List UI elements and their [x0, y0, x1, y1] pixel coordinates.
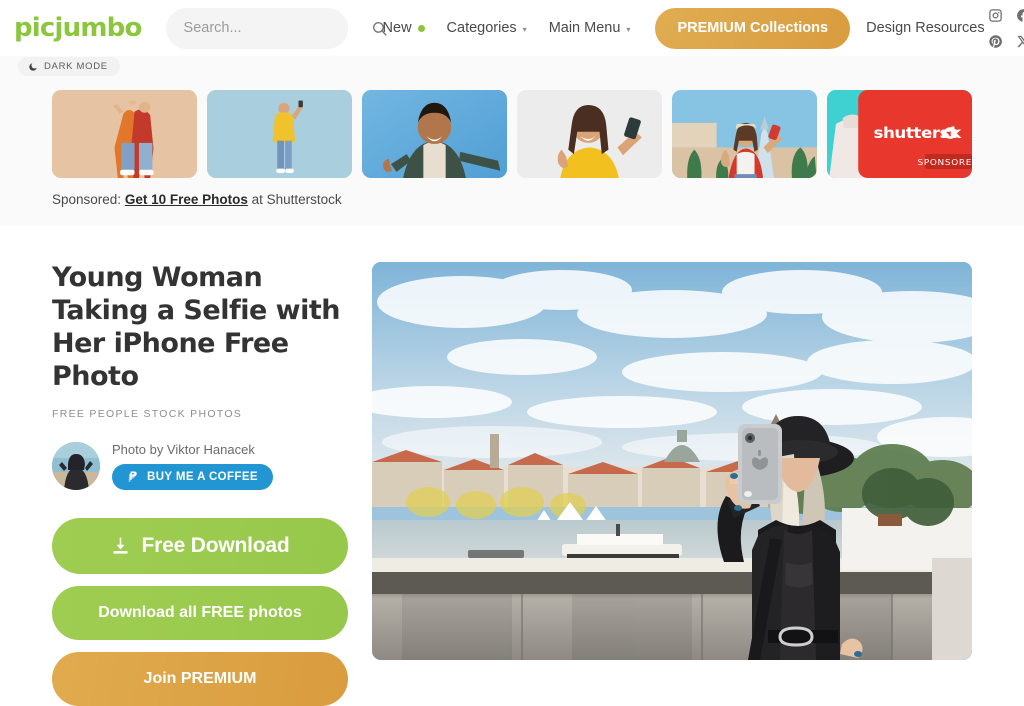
social-links: [985, 4, 1024, 52]
sponsored-caption: Sponsored: Get 10 Free Photos at Shutter…: [0, 178, 1024, 207]
download-all-free-photos-button[interactable]: Download all FREE photos: [52, 585, 348, 640]
photo-detail-main: Young Woman Taking a Selfie with Her iPh…: [0, 226, 1024, 706]
download-buttons: Free Download Download all FREE photos J…: [52, 517, 348, 706]
chevron-down-icon: ▾: [522, 24, 527, 34]
main-nav: New Categories ▾ Main Menu ▾: [372, 20, 642, 36]
author-row: Photo by Viktor Hanacek BUY ME A COFFEE: [52, 441, 348, 490]
facebook-link[interactable]: [1013, 4, 1024, 26]
hero-photo-image: [372, 262, 972, 660]
nav-label-main-menu: Main Menu: [548, 20, 621, 36]
sponsored-thumb-shutterstock[interactable]: shutterst ck SPONSORED: [827, 90, 972, 178]
free-download-button[interactable]: Free Download: [52, 517, 348, 574]
sponsored-strip: shutterst ck SPONSORED Sponsored: Get 10…: [0, 56, 1024, 226]
author-avatar[interactable]: [52, 441, 100, 490]
thumb-image-1: [52, 90, 197, 178]
premium-collections-button[interactable]: PREMIUM Collections: [655, 7, 851, 49]
sponsored-thumb-4[interactable]: [517, 90, 662, 178]
nav-label-categories: Categories: [446, 20, 517, 36]
dark-mode-wrapper: DARK MODE: [18, 57, 120, 77]
paypal-icon: [128, 471, 137, 483]
search-icon: [372, 21, 387, 36]
shutterstock-card: shutterst ck SPONSORED: [827, 90, 972, 178]
sponsored-caption-suffix: at Shutterstock: [247, 192, 342, 207]
sponsored-thumb-5[interactable]: [672, 90, 817, 178]
author-details: Photo by Viktor Hanacek BUY ME A COFFEE: [112, 442, 273, 490]
hero-photo[interactable]: [372, 262, 972, 660]
thumb-image-5: [672, 90, 817, 178]
search-input[interactable]: [183, 20, 371, 36]
avatar-image: [52, 441, 100, 490]
dark-mode-toggle[interactable]: DARK MODE: [18, 57, 120, 76]
site-logo[interactable]: picjumbo: [14, 13, 142, 43]
nav-item-categories[interactable]: Categories ▾: [436, 20, 538, 36]
download-icon: [112, 537, 128, 554]
author-name-label: Photo by Viktor Hanacek: [112, 441, 255, 457]
x-twitter-icon: [1017, 35, 1024, 47]
thumb-image-2: [207, 90, 352, 178]
sponsored-thumb-2[interactable]: [207, 90, 352, 178]
sponsored-caption-link[interactable]: Get 10 Free Photos: [125, 192, 248, 207]
facebook-icon: [1017, 8, 1024, 22]
buy-me-a-coffee-button[interactable]: BUY ME A COFFEE: [112, 463, 273, 490]
new-indicator-dot: [417, 24, 425, 32]
photo-info-column: Young Woman Taking a Selfie with Her iPh…: [52, 262, 372, 706]
svg-text:SPONSORED: SPONSORED: [918, 157, 972, 166]
sponsored-thumb-3[interactable]: [362, 90, 507, 178]
moon-icon: [29, 62, 37, 71]
chevron-down-icon: ▾: [626, 24, 631, 34]
nav-item-design-resources[interactable]: Design Resources: [866, 20, 984, 36]
coffee-button-label: BUY ME A COFFEE: [147, 470, 258, 483]
photo-category-label: FREE PEOPLE STOCK PHOTOS: [52, 407, 243, 420]
x-twitter-link[interactable]: [1013, 30, 1024, 52]
thumb-image-3: [362, 90, 507, 178]
sponsored-thumbnails: shutterst ck SPONSORED: [0, 90, 1024, 178]
free-download-label: Free Download: [141, 533, 290, 557]
instagram-link[interactable]: [985, 4, 1007, 26]
page-title: Young Woman Taking a Selfie with Her iPh…: [52, 262, 341, 392]
sponsored-thumb-1[interactable]: [52, 90, 197, 178]
pinterest-icon: [989, 34, 1003, 48]
dark-mode-label: DARK MODE: [44, 61, 108, 72]
thumb-image-4: [517, 90, 662, 178]
photo-preview-column: [372, 262, 972, 706]
search-box[interactable]: [165, 7, 387, 49]
sponsored-caption-prefix: Sponsored:: [52, 192, 125, 207]
site-header: picjumbo New Categories ▾ Main Menu ▾ PR…: [0, 0, 1024, 56]
instagram-icon: [989, 8, 1002, 22]
pinterest-link[interactable]: [985, 30, 1007, 52]
join-premium-button[interactable]: Join PREMIUM: [52, 651, 348, 706]
nav-item-main-menu[interactable]: Main Menu ▾: [538, 20, 642, 36]
